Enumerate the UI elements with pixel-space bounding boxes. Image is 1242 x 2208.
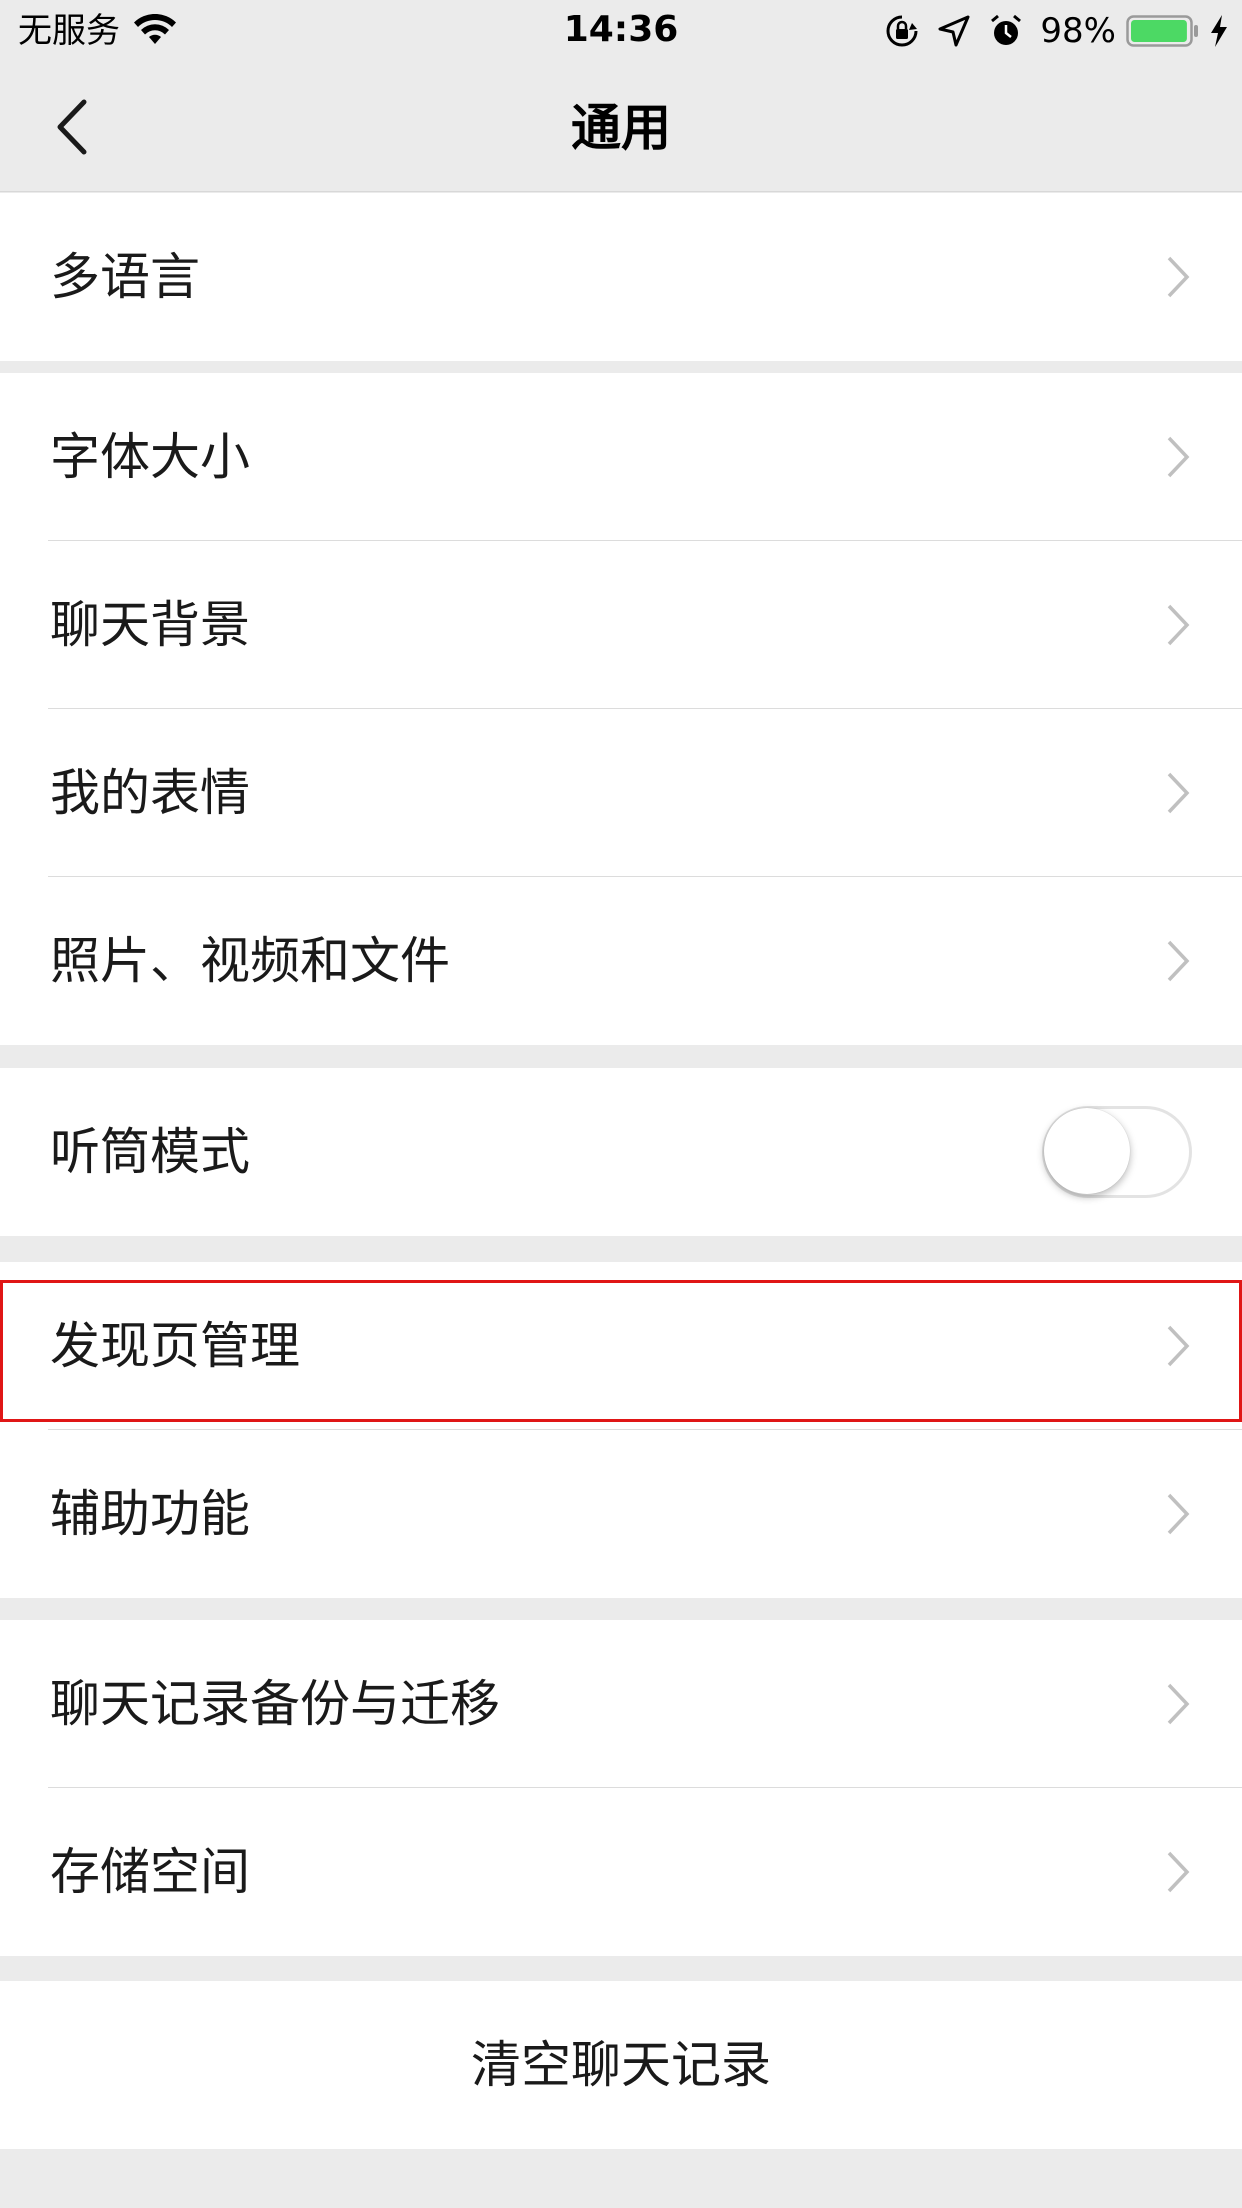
alarm-icon xyxy=(991,14,1022,45)
settings-group-storage: 聊天记录备份与迁移 存储空间 xyxy=(0,1620,1242,1956)
settings-group-clear: 清空聊天记录 xyxy=(0,1981,1242,2149)
row-label: 听筒模式 xyxy=(50,1123,250,1181)
row-media-files[interactable]: 照片、视频和文件 xyxy=(0,877,1242,1045)
row-label: 发现页管理 xyxy=(50,1317,300,1375)
chevron-right-icon xyxy=(1167,436,1190,478)
orientation-lock-icon xyxy=(886,15,918,47)
row-label: 辅助功能 xyxy=(50,1485,250,1543)
chevron-right-icon xyxy=(1167,1851,1190,1893)
status-bar: 无服务 14:36 98% xyxy=(0,0,1242,62)
chevron-right-icon xyxy=(1167,772,1190,814)
earpiece-mode-toggle[interactable] xyxy=(1042,1106,1192,1198)
location-arrow-icon xyxy=(938,15,970,47)
clear-history-label: 清空聊天记录 xyxy=(471,2036,771,2094)
row-chat-background[interactable]: 聊天背景 xyxy=(0,541,1242,709)
row-discover-manage[interactable]: 发现页管理 xyxy=(0,1262,1242,1430)
row-label: 我的表情 xyxy=(50,764,250,822)
settings-group-language: 多语言 xyxy=(0,193,1242,361)
row-language[interactable]: 多语言 xyxy=(0,193,1242,361)
battery-percent: 98% xyxy=(1040,11,1116,51)
row-my-stickers[interactable]: 我的表情 xyxy=(0,709,1242,877)
settings-group-display: 字体大小 聊天背景 我的表情 照片、视频和文件 xyxy=(0,373,1242,1045)
row-label: 聊天背景 xyxy=(50,596,250,654)
chevron-right-icon xyxy=(1167,604,1190,646)
row-font-size[interactable]: 字体大小 xyxy=(0,373,1242,541)
chevron-right-icon xyxy=(1167,1325,1190,1367)
row-storage[interactable]: 存储空间 xyxy=(0,1788,1242,1956)
chevron-right-icon xyxy=(1167,1683,1190,1725)
chevron-right-icon xyxy=(1167,1493,1190,1535)
row-earpiece-mode: 听筒模式 xyxy=(0,1068,1242,1236)
row-label: 聊天记录备份与迁移 xyxy=(50,1675,500,1733)
row-label: 字体大小 xyxy=(50,428,250,486)
toggle-knob xyxy=(1044,1108,1130,1194)
chevron-right-icon xyxy=(1167,940,1190,982)
charging-bolt-icon xyxy=(1211,15,1227,47)
battery-icon xyxy=(1126,15,1198,47)
settings-group-features: 发现页管理 辅助功能 xyxy=(0,1262,1242,1598)
settings-group-earpiece: 听筒模式 xyxy=(0,1068,1242,1236)
status-right-group: 98% xyxy=(884,10,1230,52)
page-title: 通用 xyxy=(571,99,671,157)
clear-history-button[interactable]: 清空聊天记录 xyxy=(0,1981,1242,2149)
row-label: 照片、视频和文件 xyxy=(50,932,450,990)
row-chat-backup[interactable]: 聊天记录备份与迁移 xyxy=(0,1620,1242,1788)
chevron-right-icon xyxy=(1167,256,1190,298)
nav-bar: 通用 xyxy=(0,62,1242,192)
row-accessibility[interactable]: 辅助功能 xyxy=(0,1430,1242,1598)
row-label: 多语言 xyxy=(50,248,200,306)
row-label: 存储空间 xyxy=(50,1843,250,1901)
